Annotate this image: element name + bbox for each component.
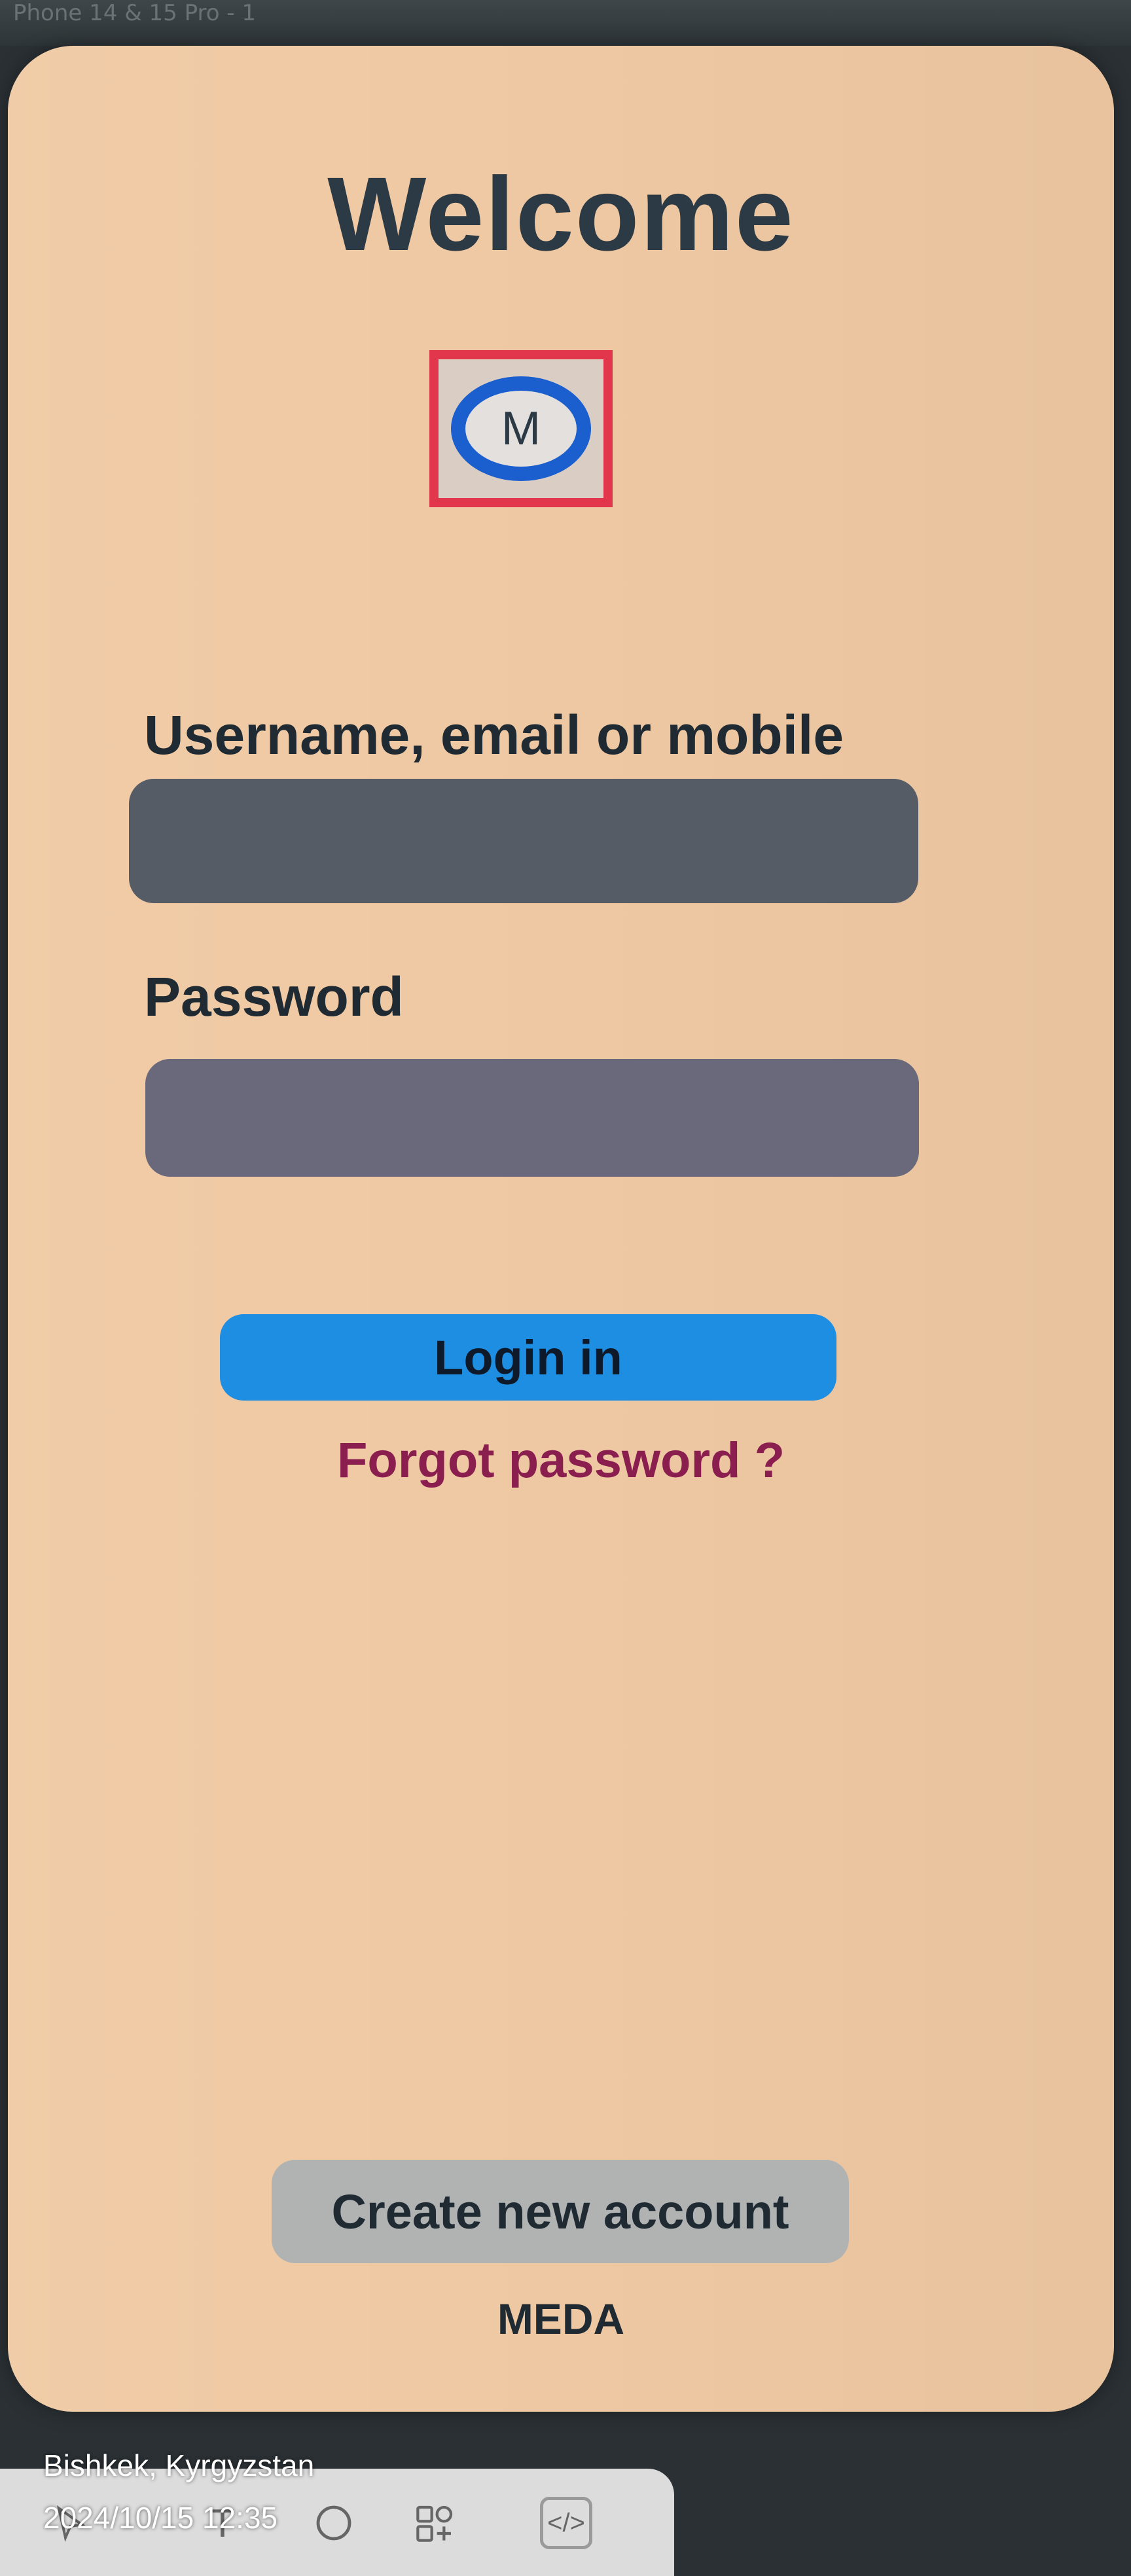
forgot-password-link[interactable]: Forgot password ? (8, 1432, 1114, 1489)
brand-name: MEDA (497, 2295, 625, 2343)
create-account-button[interactable]: Create new account (272, 2160, 849, 2263)
login-button[interactable]: Login in (220, 1314, 836, 1401)
app-logo: M (429, 350, 613, 507)
status-bar-text: Phone 14 & 15 Pro - 1 (13, 0, 257, 26)
code-glyph: </> (547, 2508, 585, 2537)
password-input[interactable] (145, 1059, 919, 1177)
password-label: Password (144, 966, 404, 1028)
logo-letter: M (501, 402, 541, 455)
shape-icon[interactable] (308, 2497, 360, 2549)
page-title: Welcome (327, 155, 795, 272)
username-label: Username, email or mobile (144, 704, 844, 766)
components-icon[interactable] (409, 2497, 461, 2549)
status-bar: Phone 14 & 15 Pro - 1 (0, 0, 1131, 46)
logo-ring-icon: M (451, 376, 591, 481)
username-input[interactable] (129, 779, 918, 903)
photo-location: Bishkek, Kyrgyzstan (43, 2448, 315, 2482)
photo-timestamp: 2024/10/15 12:35 (43, 2501, 278, 2535)
login-screen: Welcome M Username, email or mobile Pass… (8, 46, 1114, 2412)
code-icon[interactable]: </> (540, 2497, 592, 2549)
